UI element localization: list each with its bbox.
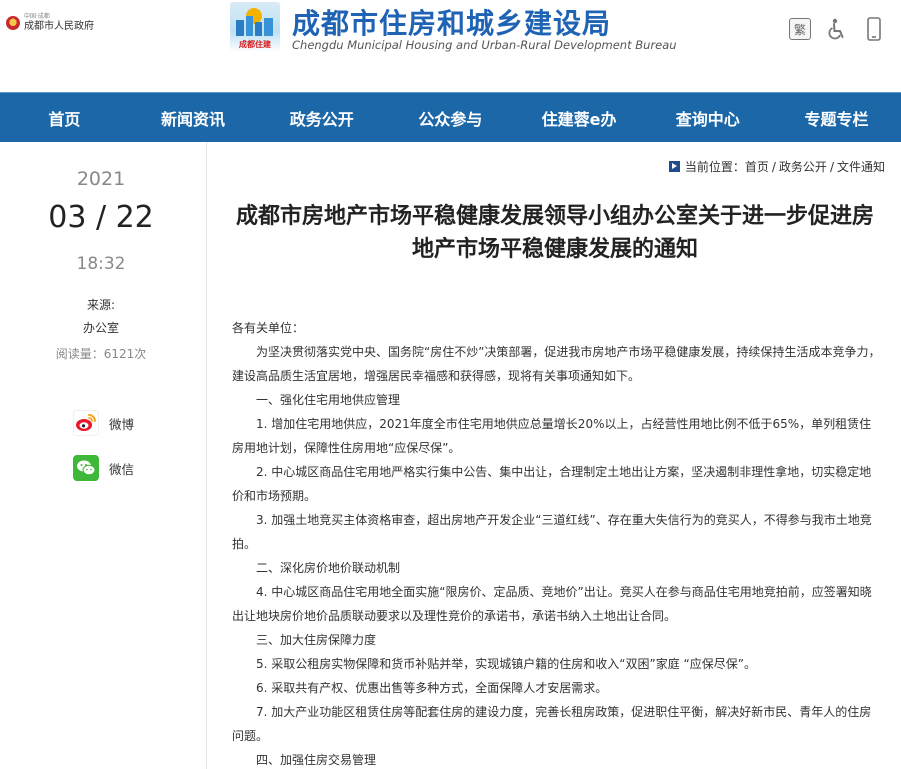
article-body: 各有关单位： 为坚决贯彻落实党中央、国务院“房住不炒”决策部署，促进我市房地产市… [232,316,882,769]
gov-emblem-icon [6,16,20,30]
article-paragraph: 7. 加大产业功能区租赁住房等配套住房的建设力度，完善长租房政策，促进职住平衡，… [232,705,872,743]
nav-item-query-center[interactable]: 查询中心 [643,93,772,142]
article-paragraph: 为坚决贯彻落实党中央、国务院“房住不炒”决策部署，促进我市房地产市场平稳健康发展… [232,345,881,383]
article-paragraph: 6. 采取共有产权、优惠出售等多种方式，全面保障人才安居需求。 [256,681,608,695]
bureau-subtitle: Chengdu Municipal Housing and Urban-Rura… [292,38,677,52]
nav-item-special-topics[interactable]: 专题专栏 [772,93,901,142]
source-value: 办公室 [82,321,119,335]
breadcrumb-separator: / [829,159,834,174]
bureau-logo[interactable]: 成都住建 [230,2,280,52]
article-sidebar: 2021 03 / 22 18:32 来源: 办公室 阅读量：6121次 微博 [0,142,207,769]
traditional-chinese-button[interactable]: 繁 [789,18,811,40]
wheelchair-icon[interactable] [826,18,848,40]
weibo-icon [73,410,99,436]
article-section-heading: 二、深化房价地价联动机制 [256,561,401,575]
share-weibo-label: 微博 [109,416,135,432]
nav-item-news[interactable]: 新闻资讯 [129,93,258,142]
wechat-icon [73,455,99,481]
article-salutation: 各有关单位： [232,321,305,335]
breadcrumb-separator: / [771,159,776,174]
source-label: 来源: [86,298,116,312]
main-nav: 首页 新闻资讯 政务公开 公众参与 住建蓉e办 查询中心 专题专栏 [0,92,901,142]
site-header: 中国·成都 成都市人民政府 成都住建 成都市住房和城乡建设局 Chengdu M… [0,0,901,92]
article-main: 当前位置： 首页 / 政务公开 / 文件通知 成都市房地产市场平稳健康发展领导小… [207,142,901,769]
nav-item-public-participation[interactable]: 公众参与 [386,93,515,142]
bureau-title: 成都市住房和城乡建设局 [292,7,612,40]
breadcrumb-home[interactable]: 首页 [745,158,769,175]
bureau-logo-tag: 成都住建 [239,40,271,49]
article-paragraph: 5. 采取公租房实物保障和货币补贴并举，实现城镇户籍的住房和收入“双困”家庭 “… [256,657,756,671]
article-paragraph: 3. 加强土地竞买主体资格审查，超出房地产开发企业“三道红线”、存在重大失信行为… [232,513,872,551]
breadcrumb-notices[interactable]: 文件通知 [837,158,885,175]
breadcrumb: 当前位置： 首页 / 政务公开 / 文件通知 [668,158,885,175]
share-wechat-button[interactable]: 微信 [73,455,134,481]
publish-year: 2021 [76,168,126,190]
view-count: 阅读量：6121次 [55,347,147,361]
gov-logo-text: 成都市人民政府 [24,21,94,32]
breadcrumb-arrow-icon [668,161,680,172]
article-title: 成都市房地产市场平稳健康发展领导小组办公室关于进一步促进房地产市场平稳健康发展的… [235,204,874,262]
article-section-heading: 四、加强住房交易管理 [256,753,377,767]
breadcrumb-prefix: 当前位置： [684,160,745,174]
article-paragraph: 2. 中心城区商品住宅用地严格实行集中公告、集中出让，合理制定土地出让方案，坚决… [232,465,872,503]
publish-time: 18:32 [76,254,126,274]
breadcrumb-gov-affairs[interactable]: 政务公开 [779,158,827,175]
nav-item-gov-affairs[interactable]: 政务公开 [257,93,386,142]
gov-logo-small-text: 中国·成都 [24,13,50,20]
article-section-heading: 三、加大住房保障力度 [256,633,377,647]
article-paragraph: 1. 增加住宅用地供应，2021年度全市住宅用地供应总量增长20%以上，占经营性… [232,417,872,455]
nav-item-e-service[interactable]: 住建蓉e办 [515,93,644,142]
nav-item-home[interactable]: 首页 [0,93,129,142]
publish-date: 03 / 22 [48,200,154,235]
gov-logo[interactable]: 中国·成都 成都市人民政府 [6,14,94,32]
article-paragraph: 4. 中心城区商品住宅用地全面实施“限房价、定品质、竞地价”出让。竞买人在参与商… [232,585,872,623]
share-wechat-label: 微信 [109,461,135,477]
mobile-phone-icon[interactable] [863,17,885,41]
article-section-heading: 一、强化住宅用地供应管理 [256,393,401,407]
share-weibo-button[interactable]: 微博 [73,410,134,436]
